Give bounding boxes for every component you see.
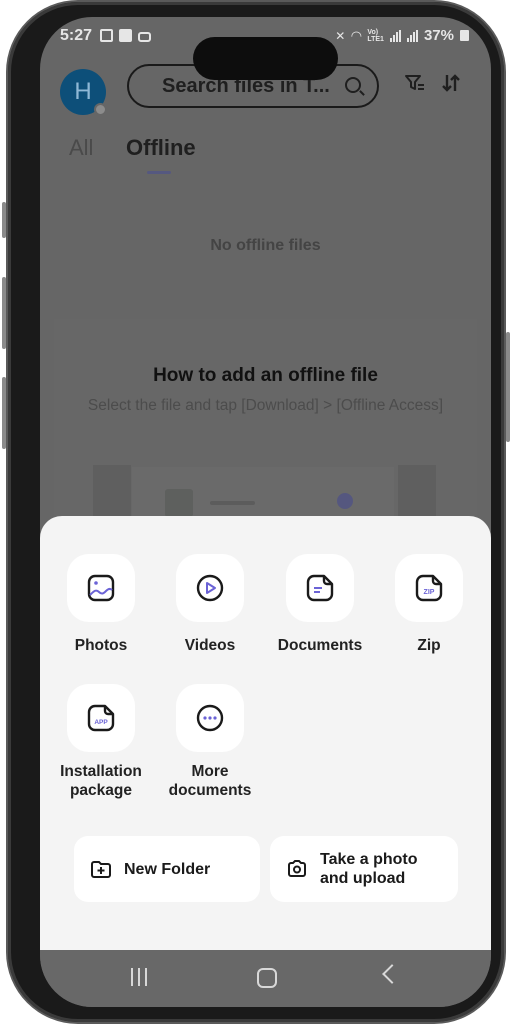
sheet-item-label: Zip bbox=[417, 637, 441, 654]
sheet-item-label: Installation package bbox=[60, 763, 142, 799]
upload-bottom-sheet: Photos Videos Documents ZIP Zip APP Inst… bbox=[40, 516, 491, 950]
sheet-item-label: Photos bbox=[74, 637, 128, 654]
tab-all[interactable]: All bbox=[69, 135, 93, 161]
sheet-item-installation-package[interactable]: APP Installation package bbox=[46, 684, 156, 800]
zip-tile[interactable]: ZIP bbox=[395, 554, 463, 622]
signal-icon bbox=[389, 29, 401, 42]
sheet-item-videos[interactable]: Videos bbox=[155, 554, 265, 655]
sheet-item-label: More documents bbox=[168, 763, 252, 799]
wifi-icon: ◠ bbox=[351, 27, 362, 43]
illustration-check-icon bbox=[337, 493, 353, 509]
documents-tile[interactable] bbox=[286, 554, 354, 622]
avatar-initial: H bbox=[74, 78, 92, 105]
sheet-item-label: Videos bbox=[184, 637, 236, 654]
illustration-thumbnail bbox=[165, 489, 193, 517]
status-time: 5:27 bbox=[60, 27, 93, 44]
more-icon bbox=[196, 704, 224, 732]
video-icon bbox=[196, 574, 224, 602]
battery-percent: 37% bbox=[423, 27, 454, 44]
sheet-item-photos[interactable]: Photos bbox=[46, 554, 156, 655]
camera-icon bbox=[288, 860, 306, 877]
sheet-item-documents[interactable]: Documents bbox=[265, 554, 375, 655]
system-nav-bar bbox=[40, 950, 491, 1007]
photos-tile[interactable] bbox=[67, 554, 135, 622]
avatar-status-badge bbox=[94, 103, 107, 116]
zip-badge: ZIP bbox=[424, 589, 435, 596]
new-folder-label: New Folder bbox=[124, 860, 211, 878]
search-icon[interactable] bbox=[345, 77, 361, 93]
document-icon bbox=[306, 574, 334, 602]
gallery-icon bbox=[100, 29, 113, 42]
signal-icon bbox=[406, 29, 418, 42]
app-badge: APP bbox=[94, 719, 108, 726]
illustration-line bbox=[210, 501, 255, 505]
power-button bbox=[506, 332, 510, 442]
howto-subtitle: Select the file and tap [Download] > [Of… bbox=[87, 397, 444, 414]
new-folder-icon bbox=[91, 861, 111, 878]
new-folder-button[interactable]: New Folder bbox=[74, 836, 260, 902]
photo-icon bbox=[87, 574, 115, 602]
battery-icon bbox=[460, 30, 469, 41]
sheet-item-zip[interactable]: ZIP Zip bbox=[374, 554, 484, 655]
screen: 5:27 ✕ ◠ Vo) LTE1 37% H Search files in T… bbox=[40, 17, 491, 1007]
tab-indicator bbox=[147, 171, 171, 174]
howto-title: How to add an offline file bbox=[153, 365, 378, 386]
take-photo-upload-button[interactable]: Take a photo and upload bbox=[270, 836, 458, 902]
videos-tile[interactable] bbox=[176, 554, 244, 622]
back-icon[interactable] bbox=[382, 964, 402, 984]
check-icon bbox=[119, 29, 132, 42]
avatar[interactable]: H bbox=[60, 69, 107, 116]
phone-frame: 5:27 ✕ ◠ Vo) LTE1 37% H Search files in T… bbox=[2, 2, 510, 1022]
volume-down-button bbox=[2, 377, 6, 449]
filter-icon[interactable] bbox=[404, 73, 426, 99]
installation-package-tile[interactable]: APP bbox=[67, 684, 135, 752]
sheet-item-label: Documents bbox=[277, 637, 363, 654]
take-photo-label: Take a photo and upload bbox=[320, 851, 418, 887]
sheet-item-more-documents[interactable]: More documents bbox=[155, 684, 265, 800]
tab-offline[interactable]: Offline bbox=[126, 135, 196, 161]
mute-icon: ✕ bbox=[335, 28, 346, 43]
lock-icon bbox=[138, 32, 151, 42]
app-package-icon: APP bbox=[87, 704, 115, 732]
zip-icon: ZIP bbox=[415, 574, 443, 602]
more-documents-tile[interactable] bbox=[176, 684, 244, 752]
volte-icon: Vo) LTE1 bbox=[367, 28, 384, 43]
dynamic-island bbox=[193, 37, 338, 80]
volume-up-button bbox=[2, 277, 6, 349]
empty-state-message: No offline files bbox=[210, 237, 321, 254]
recent-apps-icon[interactable] bbox=[131, 968, 147, 986]
sort-icon[interactable] bbox=[442, 73, 460, 99]
home-icon[interactable] bbox=[257, 968, 277, 988]
side-button bbox=[2, 202, 6, 238]
